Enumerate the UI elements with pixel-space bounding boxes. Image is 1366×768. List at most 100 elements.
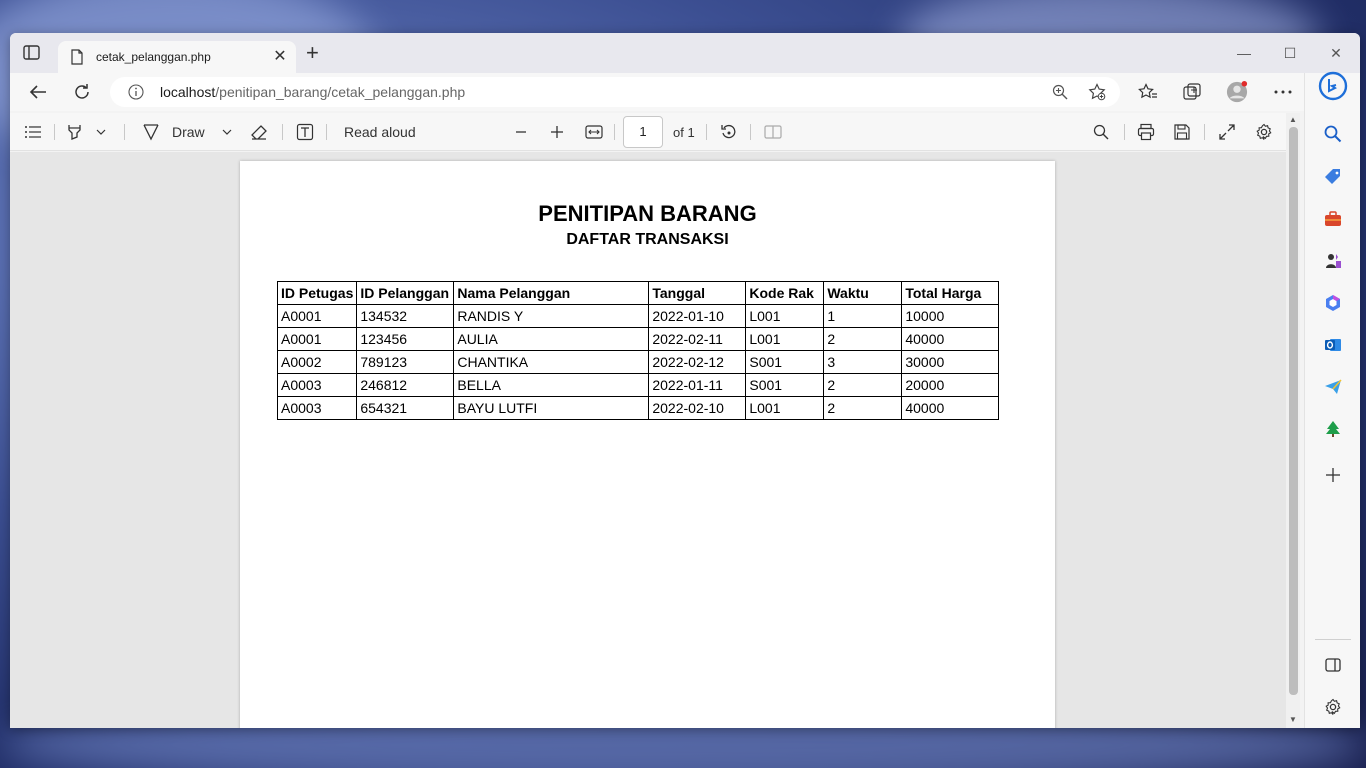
back-arrow-icon [29, 85, 46, 99]
zoom-icon[interactable] [1052, 84, 1068, 105]
draw-button[interactable]: Draw [142, 123, 205, 141]
toolbar-divider [124, 124, 125, 140]
table-cell: 246812 [356, 373, 455, 397]
find-button[interactable] [1093, 123, 1109, 141]
url-host: localhost [160, 84, 216, 100]
table-cell: RANDIS Y [453, 304, 650, 328]
tools-icon[interactable] [1323, 209, 1343, 229]
games-icon[interactable] [1323, 251, 1343, 271]
chevron-down-icon [222, 129, 232, 135]
collections-button[interactable] [1181, 81, 1203, 103]
bing-chat-icon[interactable] [1318, 71, 1348, 101]
transaction-table: ID Petugas ID Pelanggan Nama Pelanggan T… [276, 281, 1000, 420]
hide-sidebar-icon[interactable] [1323, 655, 1343, 675]
toolbar-divider [326, 124, 327, 140]
tab-actions-icon[interactable] [22, 45, 42, 61]
scrollbar-thumb[interactable] [1289, 127, 1298, 695]
info-icon[interactable] [128, 84, 144, 100]
table-cell: A0001 [276, 327, 358, 351]
toolbar-divider [750, 124, 751, 140]
refresh-button[interactable] [71, 81, 93, 103]
chevron-down-icon [96, 129, 106, 135]
sidebar-settings-icon[interactable] [1323, 697, 1343, 717]
print-button[interactable] [1137, 123, 1155, 141]
table-cell: BAYU LUTFI [453, 396, 650, 420]
erase-button[interactable] [250, 123, 268, 141]
table-cell: 3 [823, 350, 903, 374]
search-icon[interactable] [1323, 124, 1343, 144]
tab-cetak-pelanggan[interactable]: cetak_pelanggan.php ✕ [58, 41, 296, 73]
table-cell: 40000 [901, 327, 1000, 351]
navigation-bar: localhost/penitipan_barang/cetak_pelangg… [10, 73, 1360, 111]
table-cell: 30000 [901, 350, 1000, 374]
more-options-button[interactable] [1272, 81, 1294, 103]
table-cell: 1 [823, 304, 903, 328]
table-cell: 2 [823, 373, 903, 397]
pdf-viewer[interactable]: PENITIPAN BARANG DAFTAR TRANSAKSI ID Pet… [10, 152, 1300, 728]
minimize-button[interactable]: — [1234, 43, 1254, 63]
draw-label: Draw [172, 124, 205, 140]
table-cell: 2022-01-10 [648, 304, 747, 328]
page-icon [70, 49, 84, 65]
table-cell: A0001 [276, 304, 358, 328]
table-cell: 654321 [356, 396, 455, 420]
zoom-out-button[interactable] [514, 123, 528, 141]
document-subtitle: DAFTAR TRANSAKSI [566, 231, 729, 248]
save-button[interactable] [1173, 123, 1191, 141]
tree-icon[interactable] [1323, 419, 1343, 439]
eraser-icon [251, 125, 267, 140]
microsoft-365-icon[interactable] [1323, 293, 1343, 313]
shopping-tag-icon[interactable] [1323, 167, 1343, 187]
back-button[interactable] [27, 81, 49, 103]
favorites-button[interactable] [1137, 81, 1159, 103]
table-cell: A0003 [276, 373, 358, 397]
tab-title: cetak_pelanggan.php [96, 50, 211, 64]
draw-options-button[interactable] [222, 123, 232, 141]
table-of-contents-icon [25, 126, 41, 138]
table-cell: 2022-02-11 [648, 327, 747, 351]
refresh-icon [75, 84, 89, 99]
new-tab-button[interactable]: + [306, 42, 322, 64]
vertical-scrollbar[interactable]: ▲ ▼ [1286, 113, 1300, 728]
rotate-button[interactable] [720, 123, 738, 141]
add-sidebar-app-icon[interactable] [1323, 465, 1343, 485]
read-aloud-button[interactable]: Read aloud [344, 123, 416, 141]
highlight-button[interactable] [66, 123, 84, 141]
table-cell: 10000 [901, 304, 1000, 328]
scroll-up-icon[interactable]: ▲ [1288, 115, 1298, 125]
address-bar[interactable]: localhost/penitipan_barang/cetak_pelangg… [110, 77, 1120, 107]
table-header-row: ID Petugas ID Pelanggan Nama Pelanggan T… [276, 281, 1000, 305]
profile-button[interactable] [1226, 81, 1248, 103]
send-icon[interactable] [1323, 377, 1343, 397]
gear-icon [1256, 123, 1272, 140]
add-text-button[interactable] [296, 123, 314, 141]
zoom-in-button[interactable] [550, 123, 564, 141]
highlight-options-button[interactable] [96, 123, 106, 141]
tab-strip: cetak_pelanggan.php ✕ + — ☐ ✕ [10, 33, 1360, 73]
maximize-button[interactable]: ☐ [1280, 43, 1300, 63]
scroll-down-icon[interactable]: ▼ [1288, 715, 1298, 725]
sidebar-divider [1315, 639, 1351, 640]
fit-to-width-button[interactable] [585, 123, 603, 141]
browser-window: cetak_pelanggan.php ✕ + — ☐ ✕ localhost /… [10, 33, 1360, 728]
table-cell: 134532 [356, 304, 455, 328]
pdf-settings-button[interactable] [1255, 123, 1273, 141]
page-number-input[interactable]: 1 [623, 116, 663, 148]
table-row: A0001 134532 RANDIS Y 2022-01-10 L001 1 … [276, 304, 1000, 328]
page-view-button[interactable] [764, 123, 782, 141]
table-cell: CHANTIKA [453, 350, 650, 374]
document-title: PENITIPAN BARANG [538, 201, 757, 226]
table-cell: 789123 [356, 350, 455, 374]
add-favorite-icon[interactable] [1088, 83, 1106, 106]
close-tab-icon[interactable]: ✕ [272, 49, 288, 65]
plus-icon [551, 126, 563, 138]
toolbar-divider [1204, 124, 1205, 140]
close-window-button[interactable]: ✕ [1326, 43, 1346, 63]
table-cell: L001 [745, 327, 825, 351]
table-cell: L001 [745, 396, 825, 420]
contents-button[interactable] [24, 123, 42, 141]
outlook-icon[interactable] [1323, 335, 1343, 355]
table-cell: 123456 [356, 327, 455, 351]
fullscreen-button[interactable] [1218, 123, 1236, 141]
table-cell: S001 [745, 373, 825, 397]
